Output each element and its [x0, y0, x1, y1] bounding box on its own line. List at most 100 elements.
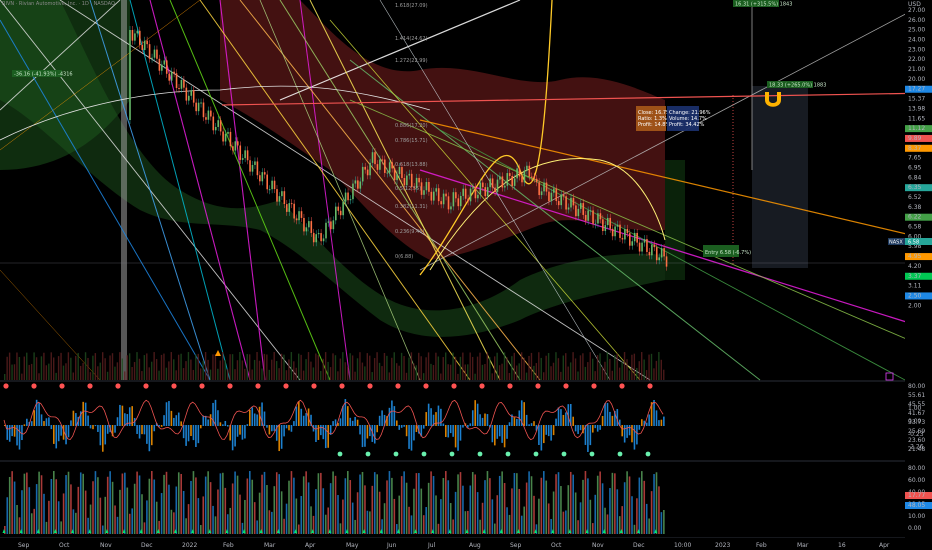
- candle-body: [619, 224, 621, 238]
- symbol-legend[interactable]: RIVN · Rivian Automotive, Inc. · 1D · NA…: [2, 1, 115, 7]
- rsi-histogram-bar: [454, 425, 457, 448]
- candle-body: [239, 145, 242, 160]
- candle-body: [479, 182, 482, 195]
- candle-body: [643, 239, 646, 243]
- stoch-bar: [543, 471, 545, 534]
- stoch-bar: [293, 477, 295, 534]
- stoch-bar: [65, 475, 67, 534]
- stoch-bar: [119, 489, 121, 534]
- rsi-histogram-bar: [396, 420, 398, 426]
- price-axis-label: 11.12: [908, 125, 925, 132]
- volume-bar: [440, 373, 442, 380]
- stoch-bar: [648, 518, 650, 534]
- rsi-histogram-bar: [476, 403, 479, 426]
- rsi-histogram-bar: [92, 425, 94, 430]
- rsi-histogram-bar: [241, 425, 244, 440]
- candle-body: [665, 256, 668, 267]
- volume-bar: [23, 356, 25, 380]
- rsi-histogram-bar: [212, 402, 214, 426]
- rsi-histogram-bar: [315, 425, 317, 443]
- time-axis-label: Oct: [59, 542, 70, 549]
- candle-body: [396, 174, 398, 181]
- stoch-value: 17.77: [908, 492, 925, 499]
- price-axis-label: 17.27: [908, 86, 925, 93]
- tradingview-chart[interactable]: 1.618(27.09) 1.414(24.62) 1.272(22.99) 0.88…: [0, 0, 932, 550]
- volume-bar: [251, 369, 253, 380]
- volume-bar: [244, 368, 246, 380]
- candle-body: [141, 44, 144, 51]
- rsi-histogram-bar: [104, 425, 107, 445]
- volume-bar: [464, 364, 466, 380]
- volume-bar: [57, 356, 60, 380]
- stoch-bar: [18, 517, 21, 534]
- candle-body: [469, 188, 472, 202]
- time-axis-label: Feb: [223, 542, 234, 549]
- rsi-histogram-bar: [187, 425, 190, 442]
- price-axis-label: 6.58: [908, 224, 922, 231]
- candle-body: [131, 30, 134, 41]
- rsi-axis-label: 80.00: [908, 383, 925, 390]
- volume-bar: [55, 372, 57, 380]
- volume-bar: [209, 369, 212, 380]
- volume-bar: [18, 356, 21, 380]
- fib-level-label: 0.886(17.20): [395, 123, 428, 129]
- candle-body: [614, 226, 616, 237]
- volume-bar: [214, 354, 217, 380]
- time-axis-label: 16: [838, 542, 846, 549]
- price-axis[interactable]: 27.00 26.00 25.00 24.00 23.00 22.00 21.00 20.00…: [905, 0, 932, 538]
- price-axis-label: 8.37: [908, 145, 922, 152]
- candle-body: [638, 242, 641, 252]
- candle-body: [592, 210, 594, 224]
- price-axis-label: 11.65: [908, 115, 925, 122]
- candle-body: [266, 174, 268, 190]
- candle-body: [418, 177, 420, 183]
- volume-bar: [290, 352, 293, 380]
- volume-bar: [310, 361, 312, 380]
- rsi-histogram-bar: [273, 425, 276, 431]
- stoch-bar: [67, 471, 70, 534]
- volume-bar: [153, 352, 155, 380]
- signal-dot: [395, 383, 401, 389]
- svg-text:16.31 (+315.5%) 1843: 16.31 (+315.5%) 1843: [735, 2, 792, 8]
- rsi-histogram-bar: [119, 404, 121, 426]
- rsi-histogram-bar: [609, 411, 611, 426]
- rsi-histogram-bar: [601, 415, 604, 426]
- volume-bar: [236, 360, 239, 380]
- rsi-histogram-bar: [182, 425, 185, 439]
- volume-bar: [518, 363, 520, 380]
- stoch-bar: [337, 495, 339, 534]
- stoch-bar: [40, 475, 43, 534]
- candle-body: [320, 233, 322, 242]
- candle-body: [229, 131, 232, 147]
- time-axis-label: Nov: [100, 542, 112, 549]
- stoch-bar: [207, 471, 209, 534]
- stoch-bar: [645, 503, 648, 534]
- candle-body: [249, 160, 251, 172]
- stoch-bar: [30, 513, 33, 534]
- volume-bar: [457, 373, 459, 380]
- rsi-histogram-bar: [97, 425, 99, 432]
- rsi-histogram-bar: [623, 425, 626, 443]
- stoch-bar: [540, 477, 543, 534]
- time-axis[interactable]: Sep Oct Nov Dec 2022 Feb Mar Apr May Jun Jul Aug Sep…: [0, 538, 932, 550]
- candle-body: [281, 191, 283, 197]
- stoch-bar: [151, 471, 153, 534]
- stoch-bar: [87, 517, 89, 534]
- candle-body: [450, 206, 452, 210]
- volume-bar: [503, 352, 506, 380]
- stoch-bar: [479, 519, 481, 534]
- price-axis-label: 20.00: [908, 76, 925, 83]
- svg-text:Entry 6.58 (-6.7%): Entry 6.58 (-6.7%): [705, 250, 751, 256]
- price-axis-label: 6.22: [908, 214, 922, 221]
- time-axis-label: Sep: [18, 542, 30, 549]
- stoch-bar: [432, 476, 435, 534]
- volume-bar: [249, 354, 251, 380]
- candle-body: [278, 196, 281, 202]
- rsi-histogram-bar: [148, 425, 151, 452]
- rsi-histogram-bar: [121, 405, 124, 426]
- stoch-bar: [256, 520, 258, 534]
- volume-bar: [621, 361, 623, 380]
- rsi-histogram-bar: [87, 415, 89, 426]
- stoch-bar: [275, 472, 278, 534]
- volume-bar: [148, 367, 150, 380]
